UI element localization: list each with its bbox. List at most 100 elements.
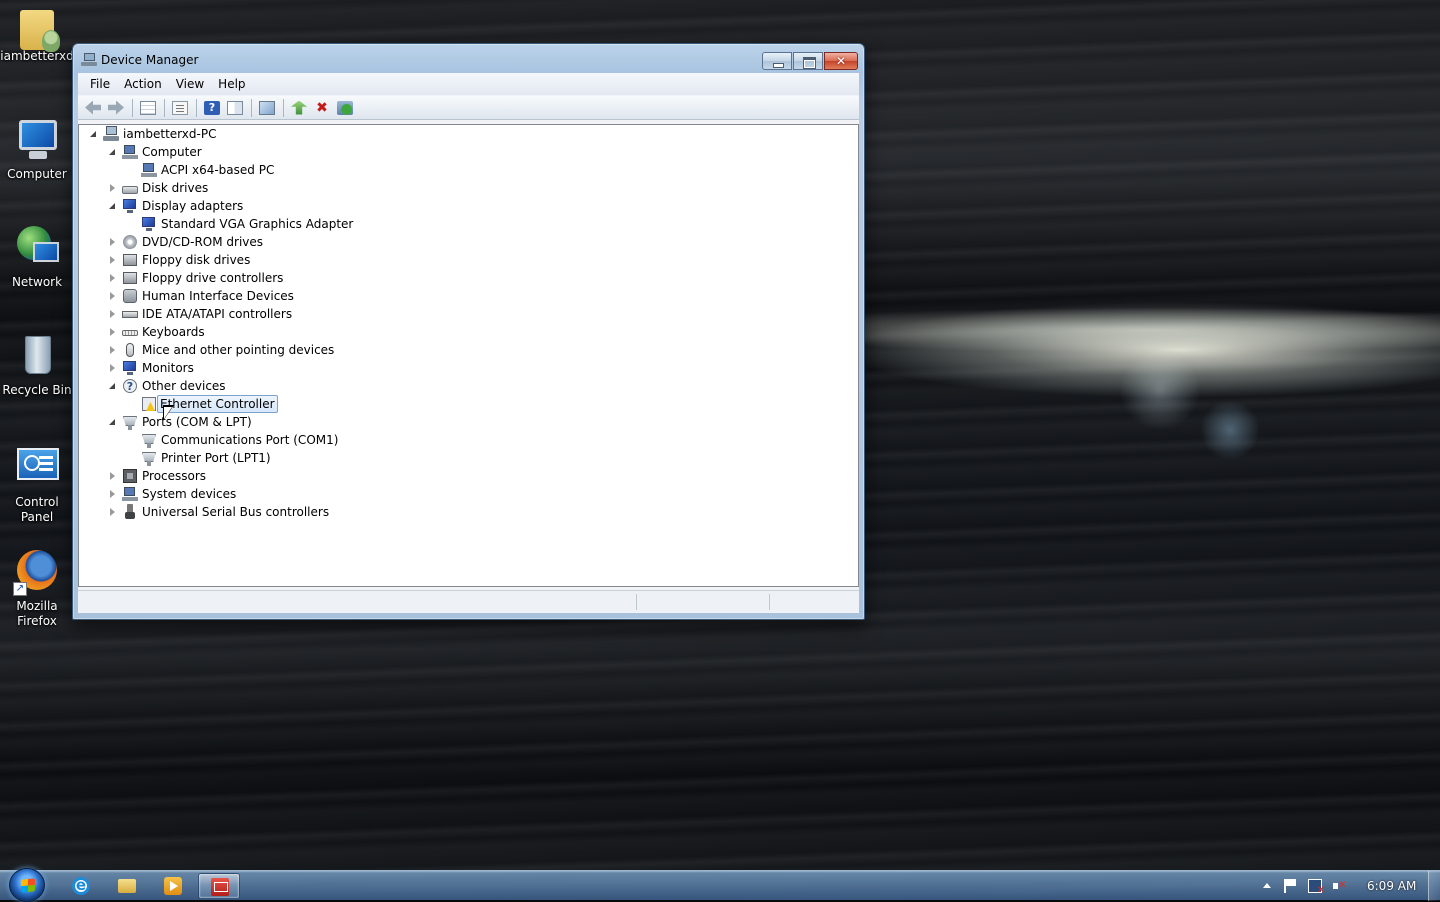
back-button[interactable]: [82, 98, 104, 118]
warning-device-icon: [141, 396, 157, 412]
media-player-icon: [164, 877, 182, 895]
port-icon: [141, 432, 157, 448]
user-folder-icon: [20, 10, 60, 52]
forward-button[interactable]: [105, 98, 127, 118]
maximize-button[interactable]: [793, 52, 823, 70]
desktop-icon-network[interactable]: Network: [0, 224, 74, 290]
expand-toggle[interactable]: [108, 346, 117, 355]
computer-icon: [141, 162, 157, 178]
clock[interactable]: 6:09 AM: [1367, 879, 1416, 893]
windows-explorer-icon: [118, 879, 136, 893]
tree-item-label: Floppy drive controllers: [142, 271, 284, 285]
disk-drive-icon: [122, 180, 138, 196]
tree-item-label: IDE ATA/ATAPI controllers: [142, 307, 293, 321]
enable-device-icon: [337, 100, 353, 115]
tree-item-label: Ports (COM & LPT): [142, 415, 252, 429]
desktop-icon-label: Computer: [7, 167, 67, 181]
hid-icon: [122, 288, 138, 304]
tree-item-label: DVD/CD-ROM drives: [142, 235, 264, 249]
taskbar-internet-explorer[interactable]: [60, 873, 102, 899]
collapse-toggle[interactable]: [89, 130, 98, 139]
show-hide-console-tree-button[interactable]: [137, 98, 159, 118]
desktop-icon-control-panel[interactable]: Control Panel: [0, 444, 74, 525]
start-button[interactable]: [9, 868, 45, 902]
expand-toggle[interactable]: [108, 310, 117, 319]
expand-toggle[interactable]: [108, 292, 117, 301]
collapse-toggle[interactable]: [108, 148, 117, 157]
back-icon: [85, 100, 101, 115]
menu-help[interactable]: Help: [212, 75, 251, 93]
scan-hardware-button[interactable]: [256, 98, 278, 118]
expand-toggle[interactable]: [108, 472, 117, 481]
show-desktop-button[interactable]: [1428, 871, 1440, 901]
menu-view[interactable]: View: [170, 75, 210, 93]
expand-toggle[interactable]: [108, 184, 117, 193]
computer-icon: [13, 116, 61, 164]
device-manager-icon: [211, 878, 229, 896]
taskbar-device-manager[interactable]: [198, 873, 240, 899]
expand-toggle[interactable]: [108, 328, 117, 337]
device-manager-window[interactable]: Device Manager File Action View Help ?: [72, 43, 865, 620]
keyboard-icon: [122, 324, 138, 340]
volume-muted-icon[interactable]: [1332, 879, 1346, 893]
minimize-button[interactable]: [762, 52, 792, 70]
expand-toggle[interactable]: [108, 274, 117, 283]
processor-icon: [122, 468, 138, 484]
expand-toggle[interactable]: [108, 508, 117, 517]
expand-toggle[interactable]: [108, 490, 117, 499]
device-tree[interactable]: iambetterxd-PC Computer ACPI x64-based P…: [78, 124, 859, 587]
tree-item-label: Mice and other pointing devices: [142, 343, 335, 357]
enable-device-button[interactable]: [334, 98, 356, 118]
expand-toggle[interactable]: [108, 238, 117, 247]
firefox-icon: ↗: [13, 548, 61, 596]
toolbar-separator: [196, 98, 197, 117]
collapse-toggle[interactable]: [108, 382, 117, 391]
close-button[interactable]: [824, 52, 858, 70]
collapse-toggle[interactable]: [108, 418, 117, 427]
tree-item-label: Floppy disk drives: [142, 253, 251, 267]
help-button[interactable]: ?: [201, 98, 223, 118]
network-disconnected-icon[interactable]: [1308, 879, 1325, 896]
action-pane-button[interactable]: [224, 98, 246, 118]
monitor-icon: [122, 360, 138, 376]
toolbar-separator: [132, 98, 133, 117]
ide-controller-icon: [122, 306, 138, 322]
properties-button[interactable]: [169, 98, 191, 118]
show-hidden-icons-icon[interactable]: [1260, 879, 1274, 893]
desktop-icon-recycle-bin[interactable]: Recycle Bin: [0, 332, 74, 398]
expand-toggle[interactable]: [108, 256, 117, 265]
mouse-icon: [122, 342, 138, 358]
menu-bar: File Action View Help: [78, 73, 859, 95]
update-driver-icon: [291, 100, 307, 115]
floppy-drive-icon: [122, 252, 138, 268]
taskbar-windows-explorer[interactable]: [106, 873, 148, 899]
toolbar-separator: [283, 98, 284, 117]
uninstall-icon: ✖: [316, 99, 328, 116]
recycle-bin-icon: [13, 332, 61, 380]
mouse-cursor-icon: [163, 405, 175, 423]
control-panel-icon: [13, 444, 61, 492]
menu-file[interactable]: File: [84, 75, 116, 93]
collapse-toggle[interactable]: [108, 202, 117, 211]
tree-item-label: Standard VGA Graphics Adapter: [161, 217, 354, 231]
uninstall-button[interactable]: ✖: [311, 98, 333, 118]
computer-root-icon: [103, 126, 119, 142]
computer-icon: [122, 144, 138, 160]
desktop-icon-user-folder[interactable]: iambetterxd: [0, 6, 74, 64]
window-title: Device Manager: [101, 53, 199, 67]
status-bar: [78, 590, 859, 612]
tree-item-label-selected: Ethernet Controller: [157, 395, 278, 413]
expand-toggle[interactable]: [108, 364, 117, 373]
tree-item-label: Monitors: [142, 361, 194, 375]
action-center-flag-icon[interactable]: [1284, 879, 1298, 893]
tree-item-label: Human Interface Devices: [142, 289, 294, 303]
taskbar-media-player[interactable]: [152, 873, 194, 899]
update-driver-button[interactable]: [288, 98, 310, 118]
desktop-icon-label: Recycle Bin: [2, 383, 72, 397]
floppy-controller-icon: [122, 270, 138, 286]
tree-item-label: Communications Port (COM1): [161, 433, 339, 447]
desktop-icon-firefox[interactable]: ↗ Mozilla Firefox: [0, 548, 74, 629]
title-bar[interactable]: Device Manager: [73, 44, 864, 74]
desktop-icon-computer[interactable]: Computer: [0, 116, 74, 182]
menu-action[interactable]: Action: [118, 75, 168, 93]
